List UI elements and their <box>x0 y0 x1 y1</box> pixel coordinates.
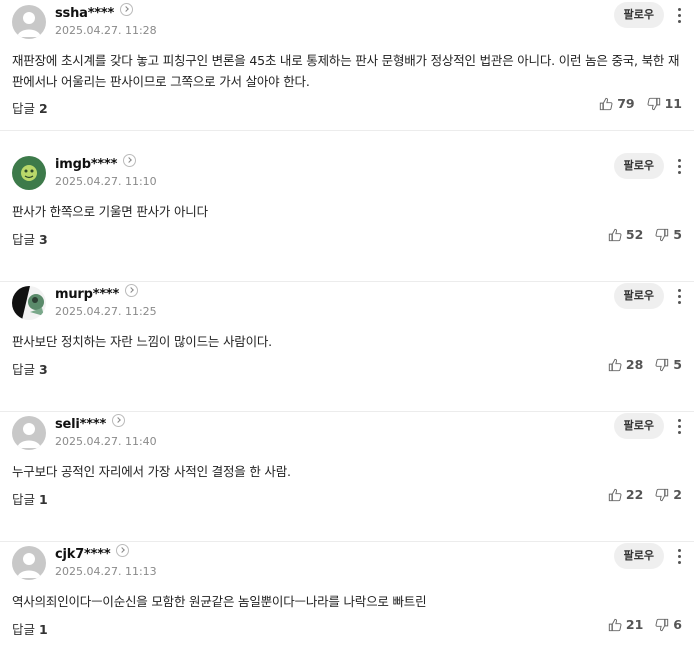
like-count: 22 <box>625 487 644 502</box>
dislike-button[interactable]: 5 <box>655 227 682 242</box>
reply-count: 2 <box>39 101 48 116</box>
chevron-right-icon[interactable] <box>116 544 130 557</box>
thumbs-down-icon <box>655 488 669 501</box>
thumbs-down-icon <box>655 618 669 631</box>
comment-item: murp**** 2025.04.27. 11:25 팔로우 판사보단 정치하는… <box>0 281 694 412</box>
reply-label: 답글 <box>12 492 36 507</box>
thumbs-up-icon <box>600 97 613 110</box>
chevron-right-icon[interactable] <box>112 414 126 427</box>
dislike-button[interactable]: 2 <box>655 487 682 502</box>
comment-date: 2025.04.27. 11:10 <box>55 175 157 188</box>
comment-date: 2025.04.27. 11:28 <box>55 24 157 37</box>
comment-text: 판사보단 정치하는 자란 느낌이 많이드는 사람이다. <box>12 334 272 349</box>
like-button[interactable]: 52 <box>608 227 643 242</box>
reply-label: 답글 <box>12 362 36 377</box>
comment-item: cjk7**** 2025.04.27. 11:13 팔로우 역사의죄인이다ㅡ이… <box>0 541 694 671</box>
like-count: 79 <box>617 96 635 111</box>
reply-button[interactable]: 답글 2 <box>12 98 48 117</box>
thumbs-up-icon <box>608 358 622 371</box>
reply-count: 1 <box>39 492 48 507</box>
comment-date: 2025.04.27. 11:13 <box>55 565 157 578</box>
like-count: 52 <box>625 227 644 242</box>
comment-text: 판사가 한쪽으로 기울면 판사가 아니다 <box>12 204 208 219</box>
nickname[interactable]: imgb**** <box>55 157 117 172</box>
thumbs-down-icon <box>655 358 669 371</box>
comment-text: 누구보다 공적인 자리에서 가장 사적인 결정을 한 사람. <box>12 464 291 479</box>
reply-label: 답글 <box>12 622 36 637</box>
nickname[interactable]: ssha**** <box>55 6 114 21</box>
avatar[interactable] <box>12 156 46 190</box>
comment-text: 재판장에 초시계를 갖다 놓고 피칭구인 변론을 45초 내로 통제하는 판사 … <box>12 53 680 89</box>
more-options-icon[interactable] <box>678 289 682 305</box>
more-options-icon[interactable] <box>678 549 682 565</box>
reply-button[interactable]: 답글 1 <box>12 619 48 638</box>
comment-item: seli**** 2025.04.27. 11:40 팔로우 누구보다 공적인 … <box>0 411 694 542</box>
avatar[interactable] <box>12 286 46 320</box>
comment-date: 2025.04.27. 11:25 <box>55 305 157 318</box>
avatar[interactable] <box>12 416 46 450</box>
comment-text: 역사의죄인이다ㅡ이순신을 모함한 원균같은 놈일뿐이다ㅡ나라를 나락으로 빠트린 <box>12 594 427 609</box>
reply-count: 3 <box>39 362 48 377</box>
follow-button[interactable]: 팔로우 <box>613 413 664 439</box>
reply-count: 1 <box>39 622 48 637</box>
comment-item: ssha**** 2025.04.27. 11:28 팔로우 재판장에 초시계를… <box>0 0 694 131</box>
thumbs-up-icon <box>608 228 622 241</box>
dislike-count: 5 <box>673 227 682 242</box>
comment-item: imgb**** 2025.04.27. 11:10 팔로우 판사가 한쪽으로 … <box>0 151 694 282</box>
more-options-icon[interactable] <box>678 159 682 175</box>
nickname[interactable]: murp**** <box>55 287 119 302</box>
like-button[interactable]: 28 <box>608 357 643 372</box>
reply-count: 3 <box>39 232 48 247</box>
like-button[interactable]: 22 <box>608 487 643 502</box>
thumbs-down-icon <box>647 97 660 110</box>
follow-button[interactable]: 팔로우 <box>613 2 664 28</box>
more-options-icon[interactable] <box>678 8 682 24</box>
thumbs-up-icon <box>608 618 622 631</box>
like-button[interactable]: 79 <box>599 96 635 111</box>
dislike-button[interactable]: 5 <box>655 357 682 372</box>
dislike-button[interactable]: 11 <box>647 96 682 111</box>
comment-date: 2025.04.27. 11:40 <box>55 435 157 448</box>
dislike-count: 5 <box>673 357 682 372</box>
thumbs-down-icon <box>655 228 669 241</box>
follow-button[interactable]: 팔로우 <box>613 153 664 179</box>
reply-label: 답글 <box>12 232 36 247</box>
like-count: 21 <box>625 617 644 632</box>
like-button[interactable]: 21 <box>608 617 643 632</box>
thumbs-up-icon <box>608 488 622 501</box>
dislike-button[interactable]: 6 <box>655 617 682 632</box>
nickname[interactable]: cjk7**** <box>55 547 111 562</box>
like-count: 28 <box>625 357 644 372</box>
reply-button[interactable]: 답글 3 <box>12 229 48 248</box>
dislike-count: 6 <box>673 617 682 632</box>
reply-button[interactable]: 답글 1 <box>12 489 48 508</box>
avatar[interactable] <box>12 5 46 39</box>
follow-button[interactable]: 팔로우 <box>613 543 664 569</box>
avatar[interactable] <box>12 546 46 580</box>
chevron-right-icon[interactable] <box>123 154 137 167</box>
nickname[interactable]: seli**** <box>55 417 106 432</box>
reply-label: 답글 <box>12 101 36 116</box>
chevron-right-icon[interactable] <box>120 3 134 16</box>
dislike-count: 2 <box>673 487 682 502</box>
more-options-icon[interactable] <box>678 419 682 435</box>
follow-button[interactable]: 팔로우 <box>613 283 664 309</box>
reply-button[interactable]: 답글 3 <box>12 359 48 378</box>
chevron-right-icon[interactable] <box>125 284 139 297</box>
dislike-count: 11 <box>664 96 682 111</box>
